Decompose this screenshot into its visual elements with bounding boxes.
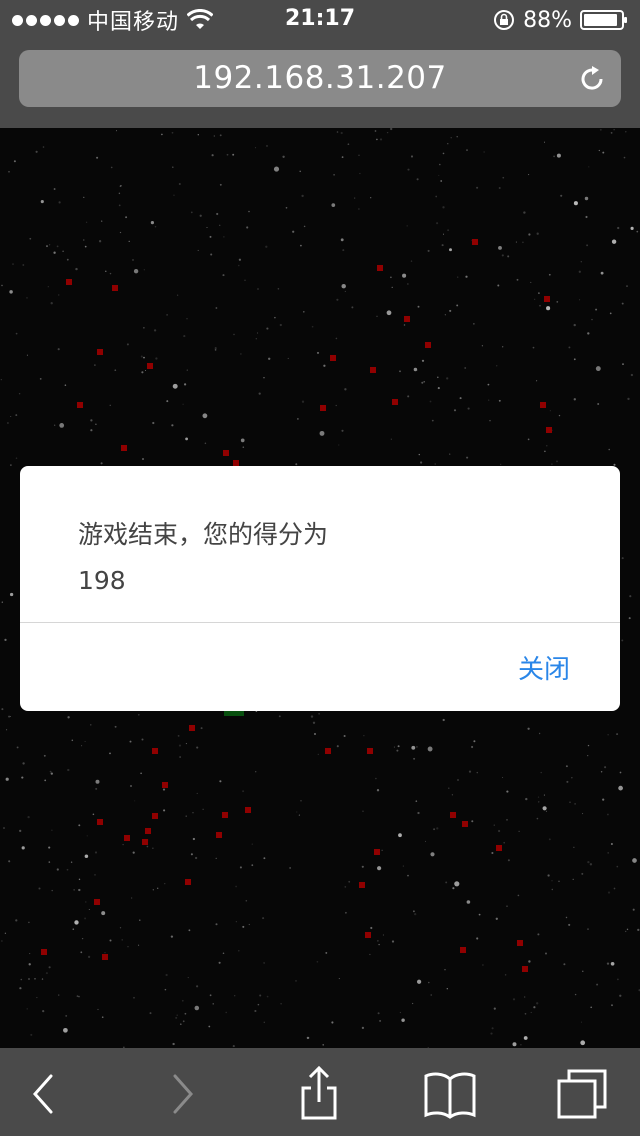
close-button[interactable]: 关闭 bbox=[518, 649, 570, 686]
game-over-dialog: 游戏结束，您的得分为 198 关闭 bbox=[20, 466, 620, 711]
bookmarks-button[interactable] bbox=[420, 1066, 480, 1122]
rotation-lock-icon bbox=[494, 10, 515, 30]
battery-icon bbox=[580, 10, 627, 30]
back-button[interactable] bbox=[14, 1066, 74, 1122]
url-text[interactable]: 192.168.31.207 bbox=[19, 60, 621, 96]
tabs-button[interactable] bbox=[552, 1066, 612, 1122]
url-field[interactable]: 192.168.31.207 bbox=[19, 50, 621, 107]
battery-percentage: 88% bbox=[523, 7, 572, 33]
browser-toolbar bbox=[0, 1048, 640, 1136]
dialog-score-value: 198 bbox=[78, 566, 126, 595]
tabs-icon bbox=[557, 1069, 607, 1119]
reload-icon[interactable] bbox=[577, 64, 607, 94]
share-button[interactable] bbox=[289, 1066, 349, 1122]
dialog-divider bbox=[20, 622, 620, 623]
forward-icon bbox=[173, 1074, 194, 1114]
forward-button[interactable] bbox=[152, 1066, 212, 1122]
browser-address-area: 192.168.31.207 bbox=[0, 40, 640, 128]
status-right: 88% bbox=[493, 6, 628, 34]
dialog-message-text: 游戏结束，您的得分为 bbox=[78, 520, 329, 549]
dialog-message: 游戏结束，您的得分为 198 bbox=[78, 512, 378, 604]
book-icon bbox=[424, 1072, 476, 1119]
share-icon bbox=[301, 1066, 337, 1120]
status-bar: 中国移动 21:17 88% bbox=[0, 0, 640, 40]
back-icon bbox=[32, 1074, 53, 1114]
